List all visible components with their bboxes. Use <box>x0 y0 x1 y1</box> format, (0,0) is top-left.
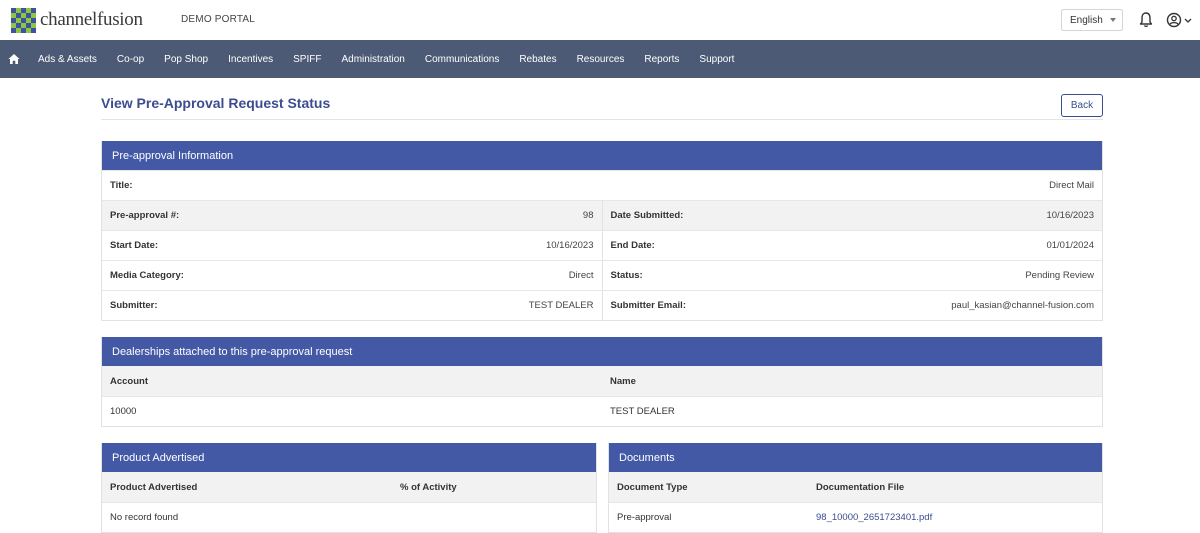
bottom-panels: Product Advertised Product Advertised % … <box>101 443 1103 533</box>
field-value: 98 <box>582 210 594 221</box>
info-row-submitter: Submitter: TEST DEALER Submitter Email: … <box>102 290 1102 320</box>
top-header: channelfusion DEMO PORTAL English <box>0 0 1200 40</box>
language-select-value: English <box>1070 14 1103 26</box>
document-file-link[interactable]: 98_10000_2651723401.pdf <box>816 512 932 523</box>
nav-spiff[interactable]: SPIFF <box>293 54 321 65</box>
product-advertised-panel: Product Advertised Product Advertised % … <box>101 443 597 533</box>
column-header: Document Type <box>617 481 688 493</box>
table-row: 10000 TEST DEALER <box>102 396 1102 426</box>
field-value: 10/16/2023 <box>1046 210 1094 221</box>
logo-mark-icon <box>11 7 36 33</box>
nav-incentives[interactable]: Incentives <box>228 54 273 65</box>
back-button[interactable]: Back <box>1061 94 1103 117</box>
page-title: View Pre-Approval Request Status <box>101 95 331 111</box>
nav-administration[interactable]: Administration <box>341 54 404 65</box>
field-label: End Date: <box>610 240 655 251</box>
column-header: % of Activity <box>400 481 457 493</box>
field-value: 01/01/2024 <box>1046 240 1094 251</box>
field-value: TEST DEALER <box>528 300 594 311</box>
table-cell: TEST DEALER <box>610 406 675 417</box>
field-value: 10/16/2023 <box>545 240 594 251</box>
nav-pop-shop[interactable]: Pop Shop <box>164 54 208 65</box>
logo[interactable]: channelfusion <box>11 7 143 33</box>
field-label: Submitter Email: <box>610 300 687 311</box>
field-value: Direct Mail <box>1049 180 1094 191</box>
preapproval-info-panel: Pre-approval Information Title: Direct M… <box>101 141 1103 321</box>
dealerships-panel: Dealerships attached to this pre-approva… <box>101 337 1103 427</box>
info-row-dates: Start Date: 10/16/2023 End Date: 01/01/2… <box>102 230 1102 260</box>
nav-communications[interactable]: Communications <box>425 54 499 65</box>
column-header: Name <box>610 375 636 387</box>
table-header-row: Account Name <box>102 366 1102 396</box>
status-value: Pending Review <box>1025 270 1094 281</box>
empty-message: No record found <box>110 512 179 523</box>
logo-text: channelfusion <box>40 9 143 30</box>
field-label: Start Date: <box>110 240 159 251</box>
field-label: Media Category: <box>110 270 184 281</box>
main-content: View Pre-Approval Request Status Back Pr… <box>101 78 1103 533</box>
nav-co-op[interactable]: Co-op <box>117 54 144 65</box>
field-label: Title: <box>110 180 133 191</box>
nav-ads-assets[interactable]: Ads & Assets <box>38 54 97 65</box>
field-value: Direct <box>568 270 594 281</box>
table-header-row: Product Advertised % of Activity <box>102 472 596 502</box>
column-header: Product Advertised <box>110 481 198 493</box>
user-account-icon[interactable] <box>1166 11 1194 29</box>
caret-down-icon <box>1110 18 1116 22</box>
nav-resources[interactable]: Resources <box>577 54 625 65</box>
field-label: Date Submitted: <box>610 210 684 221</box>
main-nav: Ads & Assets Co-op Pop Shop Incentives S… <box>0 40 1200 78</box>
info-row-media: Media Category: Direct Status: Pending R… <box>102 260 1102 290</box>
info-row-title: Title: Direct Mail <box>102 170 1102 200</box>
panel-heading: Documents <box>609 443 1102 472</box>
portal-name: DEMO PORTAL <box>181 14 256 25</box>
language-select[interactable]: English <box>1061 9 1123 31</box>
panel-heading: Dealerships attached to this pre-approva… <box>102 337 1102 366</box>
field-label: Status: <box>610 270 643 281</box>
table-cell: Pre-approval <box>617 512 672 523</box>
field-label: Submitter: <box>110 300 158 311</box>
bell-icon[interactable] <box>1138 11 1154 29</box>
table-header-row: Document Type Documentation File <box>609 472 1102 502</box>
panel-heading: Pre-approval Information <box>102 141 1102 170</box>
page-header: View Pre-Approval Request Status Back <box>101 78 1103 120</box>
home-icon[interactable] <box>8 53 20 65</box>
table-cell: 10000 <box>110 406 137 417</box>
panel-heading: Product Advertised <box>102 443 596 472</box>
column-header: Documentation File <box>816 481 905 493</box>
column-header: Account <box>110 375 148 387</box>
nav-support[interactable]: Support <box>699 54 734 65</box>
field-label: Pre-approval #: <box>110 210 180 221</box>
documents-panel: Documents Document Type Documentation Fi… <box>608 443 1103 533</box>
nav-rebates[interactable]: Rebates <box>519 54 556 65</box>
info-row-number: Pre-approval #: 98 Date Submitted: 10/16… <box>102 200 1102 230</box>
nav-reports[interactable]: Reports <box>644 54 679 65</box>
field-value: paul_kasian@channel-fusion.com <box>951 300 1094 311</box>
